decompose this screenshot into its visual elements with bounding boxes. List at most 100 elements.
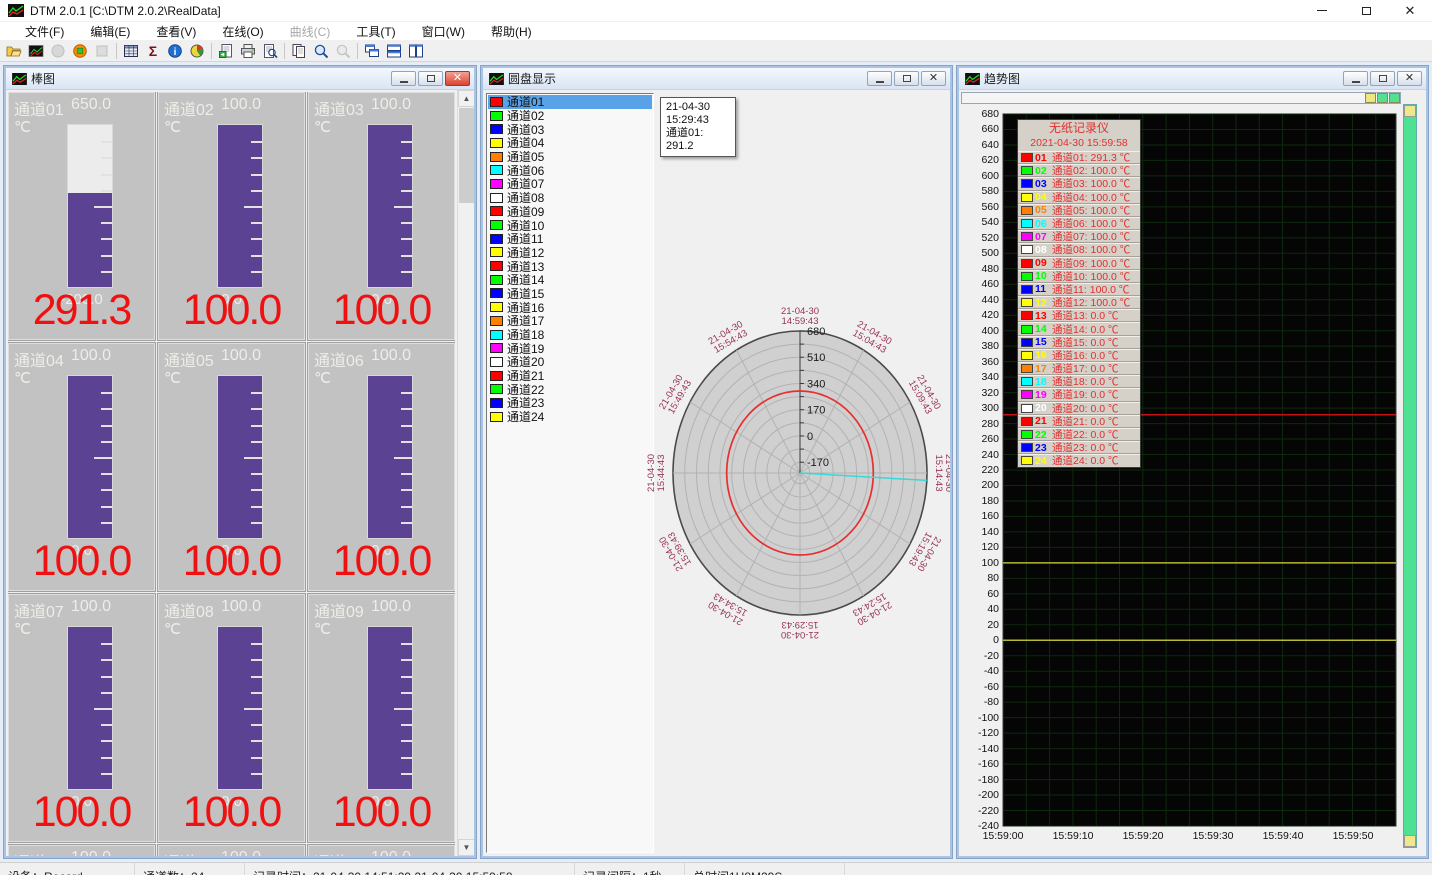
trend-window-titlebar[interactable]: 趋势图 ✕ xyxy=(959,68,1426,90)
gauge-tick xyxy=(251,724,262,726)
vertical-green-scrollbar[interactable] xyxy=(1403,104,1417,848)
y-tick-label: 360 xyxy=(959,356,999,368)
gauge-tick xyxy=(394,708,412,710)
bar-window-icon xyxy=(12,73,27,85)
range-max: 100.0 xyxy=(221,598,261,616)
export-icon[interactable] xyxy=(215,41,237,61)
gauge-tick xyxy=(244,206,262,208)
gauge-tick xyxy=(401,692,412,694)
disc-minimize-button[interactable] xyxy=(867,71,892,86)
zoom-disabled-icon xyxy=(332,41,354,61)
channel-value: 291.3 xyxy=(9,286,154,335)
print-preview-icon[interactable] xyxy=(259,41,281,61)
bar-vertical-scrollbar[interactable]: ▲ ▼ xyxy=(457,90,474,856)
gauge-tick xyxy=(401,425,412,427)
y-tick-label: 120 xyxy=(959,541,999,553)
statistics-sigma-icon[interactable]: Σ xyxy=(142,41,164,61)
legend-channel-number: 09 xyxy=(1035,257,1052,269)
scroll-thumb[interactable] xyxy=(459,108,474,203)
legend-color-swatch xyxy=(1021,245,1033,254)
gauge-tick xyxy=(401,757,412,759)
legend-row: 08通道08: 100.0 ℃ xyxy=(1018,243,1140,256)
gauge-tick xyxy=(401,222,412,224)
legend-channel-number: 22 xyxy=(1035,429,1052,441)
legend-channel-number: 07 xyxy=(1035,231,1052,243)
channel-name: 通道03 xyxy=(314,96,368,120)
menu-item-2[interactable]: 查看(V) xyxy=(143,22,209,41)
gauge-tick xyxy=(94,708,112,710)
legend-channel-number: 14 xyxy=(1035,323,1052,335)
legend-row: 11通道11: 100.0 ℃ xyxy=(1018,283,1140,296)
legend-channel-number: 13 xyxy=(1035,310,1052,322)
bar-minimize-button[interactable] xyxy=(391,71,416,86)
legend-color-swatch xyxy=(1021,193,1033,202)
menu-item-6[interactable]: 窗口(W) xyxy=(409,22,478,41)
data-table-icon[interactable] xyxy=(120,41,142,61)
legend-color-swatch xyxy=(1021,166,1033,175)
green-scroll-bottom-handle[interactable] xyxy=(1404,835,1416,847)
scroll-up-button[interactable]: ▲ xyxy=(458,90,474,107)
trend-close-button[interactable]: ✕ xyxy=(1397,71,1422,86)
legend-channel-number: 10 xyxy=(1035,270,1052,282)
gauge-tick xyxy=(101,676,112,678)
x-tick-label: 15:59:30 xyxy=(1182,830,1244,842)
y-tick-label: 660 xyxy=(959,123,999,135)
bar-window-titlebar[interactable]: 棒图 ✕ xyxy=(6,68,474,90)
unit-label: ℃ xyxy=(164,369,181,387)
gauge-bar xyxy=(217,375,263,539)
toolbar-separator xyxy=(284,43,285,59)
menu-item-1[interactable]: 编辑(E) xyxy=(77,22,143,41)
app-titlebar[interactable]: DTM 2.0.1 [C:\DTM 2.0.2\RealData] ✕ xyxy=(0,0,1432,22)
menu-item-3[interactable]: 在线(O) xyxy=(209,22,276,41)
gauge-tick xyxy=(101,473,112,475)
menu-item-0[interactable]: 文件(F) xyxy=(12,22,77,41)
disc-maximize-button[interactable] xyxy=(894,71,919,86)
gauge-tick xyxy=(244,708,262,710)
trend-maximize-button[interactable] xyxy=(1370,71,1395,86)
print-icon[interactable] xyxy=(237,41,259,61)
cascade-windows-icon[interactable] xyxy=(361,41,383,61)
bar-close-button[interactable]: ✕ xyxy=(445,71,470,86)
menu-item-7[interactable]: 帮助(H) xyxy=(478,22,545,41)
scroll-down-button[interactable]: ▼ xyxy=(458,839,474,856)
pause-icon xyxy=(47,41,69,61)
tile-horizontal-icon[interactable] xyxy=(383,41,405,61)
y-tick-label: -220 xyxy=(959,805,999,817)
menu-item-5[interactable]: 工具(T) xyxy=(343,22,408,41)
trend-minimize-button[interactable] xyxy=(1343,71,1368,86)
pie-chart-icon[interactable] xyxy=(186,41,208,61)
tooltip-time: 15:29:43 xyxy=(666,114,730,127)
y-tick-label: 580 xyxy=(959,185,999,197)
legend-channel-number: 11 xyxy=(1035,283,1052,295)
app-close-button[interactable]: ✕ xyxy=(1388,0,1432,21)
app-maximize-button[interactable] xyxy=(1344,0,1388,21)
y-tick-label: 440 xyxy=(959,294,999,306)
open-file-icon[interactable] xyxy=(3,41,25,61)
unit-label: ℃ xyxy=(164,118,181,136)
bar-maximize-button[interactable] xyxy=(418,71,443,86)
gauge-tick xyxy=(251,692,262,694)
disc-display-window: 圆盘显示 ✕ 通道01通道02通道03通道04通道05通道06通道07通道08通… xyxy=(481,66,952,858)
realtime-chart-icon[interactable] xyxy=(25,41,47,61)
y-tick-label: 380 xyxy=(959,340,999,352)
y-tick-label: -160 xyxy=(959,758,999,770)
disc-close-button[interactable]: ✕ xyxy=(921,71,946,86)
legend-channel-number: 24 xyxy=(1035,455,1052,467)
green-scroll-top-handle[interactable] xyxy=(1404,105,1416,117)
copy-icon[interactable] xyxy=(288,41,310,61)
disc-window-titlebar[interactable]: 圆盘显示 ✕ xyxy=(483,68,950,90)
status-field-0: 设备：Record xyxy=(0,863,135,875)
zoom-icon[interactable] xyxy=(310,41,332,61)
gauge-tick xyxy=(401,408,412,410)
y-tick-label: 220 xyxy=(959,464,999,476)
legend-channel-number: 06 xyxy=(1035,218,1052,230)
trend-chart-window: 趋势图 ✕ 6806606406206005805605405205004804… xyxy=(957,66,1428,858)
info-icon[interactable]: i xyxy=(164,41,186,61)
unit-label: ℃ xyxy=(314,369,331,387)
record-icon[interactable] xyxy=(69,41,91,61)
trend-window-title: 趋势图 xyxy=(984,70,1341,87)
legend-row: 16通道16: 0.0 ℃ xyxy=(1018,349,1140,362)
app-minimize-button[interactable] xyxy=(1300,0,1344,21)
legend-channel-number: 18 xyxy=(1035,376,1052,388)
tile-vertical-icon[interactable] xyxy=(405,41,427,61)
